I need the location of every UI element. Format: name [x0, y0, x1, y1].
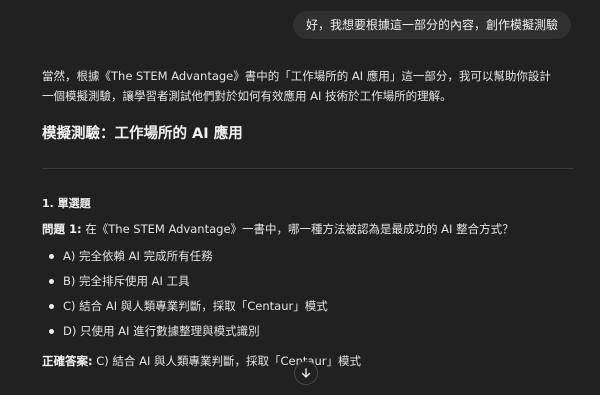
options-list: A) 完全依賴 AI 完成所有任務 B) 完全排斥使用 AI 工具 C) 結合 …: [42, 244, 562, 344]
option-b: B) 完全排斥使用 AI 工具: [42, 269, 562, 294]
bullet-icon: [49, 254, 54, 259]
question-1: 問題 1: 在《The STEM Advantage》一書中，哪一種方法被認為是…: [42, 220, 562, 238]
user-message-bubble: 好，我想要根據這一部分的內容，創作模擬測驗: [292, 11, 571, 39]
option-label: B) 完全排斥使用 AI 工具: [63, 274, 190, 288]
question-label: 問題 1:: [42, 222, 82, 236]
option-c: C) 結合 AI 與人類專業判斷，採取「Centaur」模式: [42, 294, 562, 319]
option-label: A) 完全依賴 AI 完成所有任務: [63, 249, 213, 263]
bullet-icon: [49, 329, 54, 334]
assistant-response: 當然，根據《The STEM Advantage》書中的「工作場所的 AI 應用…: [42, 66, 574, 370]
arrow-down-icon: [301, 368, 311, 378]
bullet-icon: [49, 304, 54, 309]
scroll-to-bottom-button[interactable]: [294, 361, 318, 385]
question-text: 在《The STEM Advantage》一書中，哪一種方法被認為是最成功的 A…: [81, 222, 514, 236]
option-d: D) 只使用 AI 進行數據整理與模式識別: [42, 319, 562, 344]
divider: [42, 168, 574, 169]
response-intro: 當然，根據《The STEM Advantage》書中的「工作場所的 AI 應用…: [42, 69, 551, 103]
bullet-icon: [49, 279, 54, 284]
section-title: 1. 單選題: [42, 197, 91, 210]
option-a: A) 完全依賴 AI 完成所有任務: [42, 244, 562, 269]
option-label: C) 結合 AI 與人類專業判斷，採取「Centaur」模式: [63, 299, 328, 313]
chat-view: 好，我想要根據這一部分的內容，創作模擬測驗 當然，根據《The STEM Adv…: [0, 0, 600, 395]
answer-label: 正確答案:: [42, 354, 93, 368]
option-label: D) 只使用 AI 進行數據整理與模式識別: [63, 324, 260, 338]
answer-text: C) 結合 AI 與人類專業判斷，採取「Centaur」模式: [92, 354, 361, 368]
quiz-heading: 模擬測驗：工作場所的 AI 應用: [42, 126, 243, 142]
